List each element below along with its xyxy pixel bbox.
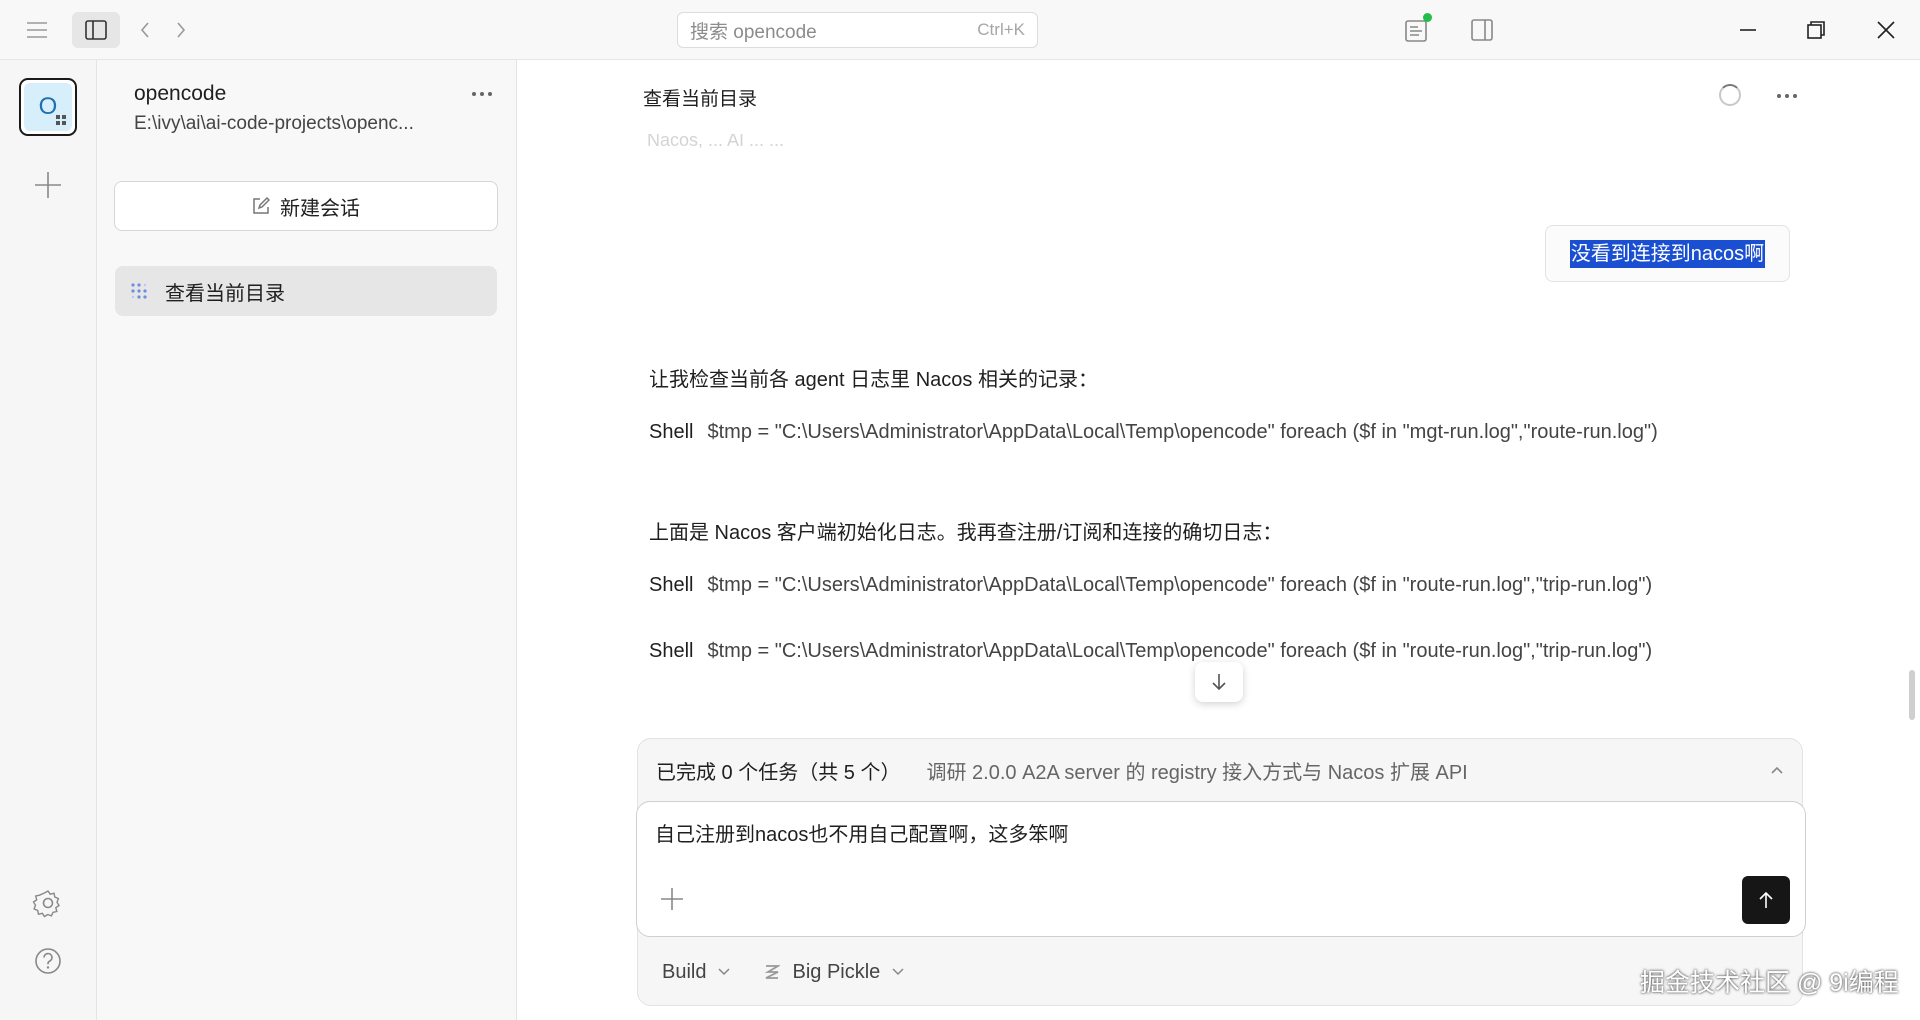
forward-arrow-icon[interactable] (170, 18, 192, 42)
message-input-text[interactable]: 自己注册到nacos也不用自己配置啊，这多笨啊 (655, 818, 1068, 847)
shell-command: $tmp = "C:\Users\Administrator\AppData\L… (707, 574, 1653, 596)
loading-spinner-icon (1719, 84, 1741, 106)
tool-label: Shell (649, 421, 694, 443)
grid-badge-icon (56, 115, 66, 125)
status-indicator-dot (1423, 13, 1432, 22)
task-progress-bar[interactable]: 已完成 0 个任务（共 5 个） 调研 2.0.0 A2A server 的 r… (638, 739, 1802, 801)
menu-icon[interactable] (22, 18, 52, 42)
search-shortcut: Ctrl+K (977, 20, 1025, 39)
shell-command: $tmp = "C:\Users\Administrator\AppData\L… (707, 421, 1658, 443)
minimize-icon[interactable] (1733, 16, 1763, 44)
new-session-label: 新建会话 (280, 197, 360, 220)
chevron-down-icon (892, 968, 904, 976)
chevron-up-icon[interactable] (1770, 765, 1784, 775)
tool-label: Shell (649, 640, 694, 662)
model-label: Big Pickle (792, 960, 881, 983)
user-message-text: 没看到连接到nacos啊 (1569, 239, 1766, 268)
app-window: 搜索 opencode Ctrl+K O opencode E:\ivy\ai\… (0, 0, 1920, 1020)
restore-icon[interactable] (1801, 16, 1831, 44)
arrow-up-icon (1759, 891, 1773, 908)
message-input[interactable]: 自己注册到nacos也不用自己配置啊，这多笨啊 (636, 801, 1806, 937)
new-session-button[interactable]: 新建会话 (114, 181, 498, 231)
close-icon[interactable] (1871, 16, 1901, 44)
send-button[interactable] (1742, 876, 1790, 924)
project-rail: O (0, 60, 97, 1020)
scroll-to-bottom-button[interactable] (1195, 662, 1243, 702)
assistant-message: 上面是 Nacos 客户端初始化日志。我再查注册/订阅和连接的确切日志： (649, 522, 1283, 544)
session-title: 查看当前目录 (165, 282, 285, 305)
shell-tool-call[interactable]: Shell $tmp = "C:\Users\Administrator\AppD… (649, 574, 1751, 597)
session-sidebar: opencode E:\ivy\ai\ai-code-projects\open… (97, 60, 517, 1020)
project-avatar[interactable]: O (19, 78, 77, 136)
session-loading-icon (131, 283, 147, 299)
composer: 已完成 0 个任务（共 5 个） 调研 2.0.0 A2A server 的 r… (636, 738, 1806, 1007)
settings-gear-icon[interactable] (31, 886, 65, 925)
tool-label: Shell (649, 574, 694, 596)
title-bar: 搜索 opencode Ctrl+K (0, 0, 1920, 60)
back-arrow-icon[interactable] (134, 18, 156, 42)
scrollbar-thumb[interactable] (1909, 670, 1915, 720)
mode-selector-bar: Build Big Pickle (638, 937, 1802, 1007)
session-item[interactable]: 查看当前目录 (115, 266, 497, 316)
project-initial: O (38, 93, 58, 120)
chat-more-icon[interactable] (1772, 86, 1802, 106)
user-message-bubble: 没看到连接到nacos啊 (1545, 225, 1790, 282)
project-name: opencode (134, 82, 227, 105)
project-avatar-inner: O (24, 83, 72, 131)
task-description: 调研 2.0.0 A2A server 的 registry 接入方式与 Nac… (926, 761, 1468, 784)
shell-tool-call[interactable]: Shell $tmp = "C:\Users\Administrator\AppD… (649, 640, 1751, 663)
model-select[interactable]: Big Pickle (764, 961, 904, 984)
task-count: 已完成 0 个任务（共 5 个） (656, 761, 901, 784)
shell-tool-call[interactable]: Shell $tmp = "C:\Users\Administrator\AppD… (649, 421, 1751, 444)
agent-mode-select[interactable]: Build (662, 960, 731, 984)
chat-header: 查看当前目录 (517, 60, 1920, 134)
search-placeholder: 搜索 opencode (690, 21, 817, 43)
add-attachment-icon[interactable] (659, 886, 685, 917)
add-project-icon[interactable] (31, 168, 65, 207)
search-input[interactable]: 搜索 opencode Ctrl+K (677, 12, 1038, 48)
project-more-icon[interactable] (467, 84, 497, 104)
shell-command: $tmp = "C:\Users\Administrator\AppData\L… (707, 640, 1653, 662)
help-icon[interactable] (31, 944, 65, 983)
agent-mode-label: Build (662, 960, 707, 983)
chat-main: 查看当前目录 Nacos, ... AI ... ... 没看到连接到nacos… (517, 60, 1920, 1020)
assistant-message: 让我检查当前各 agent 日志里 Nacos 相关的记录： (649, 369, 1098, 391)
watermark-text: 掘金技术社区 @ 9i编程 (1640, 969, 1899, 997)
toggle-sidebar-icon[interactable] (72, 12, 120, 48)
chat-title: 查看当前目录 (643, 89, 758, 110)
edit-icon (253, 197, 270, 214)
right-panel-icon[interactable] (1467, 16, 1497, 44)
arrow-down-icon (1212, 674, 1226, 691)
project-path: E:\ivy\ai\ai-code-projects\openc... (134, 113, 414, 134)
model-logo-icon (765, 965, 781, 979)
chevron-down-icon (718, 968, 731, 976)
